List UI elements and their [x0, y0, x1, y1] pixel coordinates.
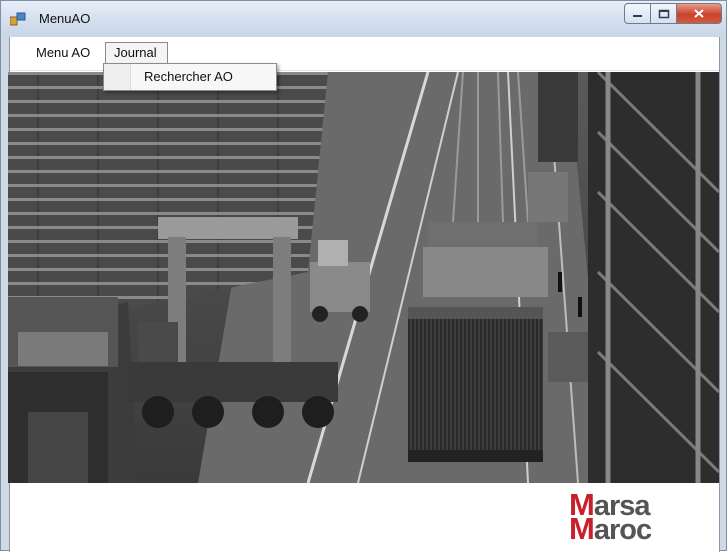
menu-item-menu-ao[interactable]: Menu AO — [28, 42, 100, 64]
close-button[interactable] — [677, 3, 722, 24]
minimize-icon — [632, 14, 642, 17]
journal-dropdown-menu: Rechercher AO — [103, 63, 277, 91]
minimize-button[interactable] — [624, 3, 651, 24]
menu-item-rechercher-ao[interactable]: Rechercher AO — [144, 69, 233, 84]
maximize-icon — [658, 9, 669, 18]
background-photo-illustration — [8, 72, 719, 483]
title-bar[interactable]: MenuAO — [1, 1, 726, 37]
maximize-button[interactable] — [651, 3, 677, 24]
menu-item-journal[interactable]: Journal — [105, 42, 168, 64]
marsa-maroc-logo: Marsa Maroc — [569, 489, 701, 546]
app-icon — [10, 12, 26, 26]
logo-line-2: Maroc — [569, 511, 652, 546]
menu-icon-gutter — [104, 64, 131, 90]
close-icon — [694, 9, 704, 18]
window-title: MenuAO — [39, 11, 91, 26]
port-container-terminal-photo — [8, 72, 719, 483]
